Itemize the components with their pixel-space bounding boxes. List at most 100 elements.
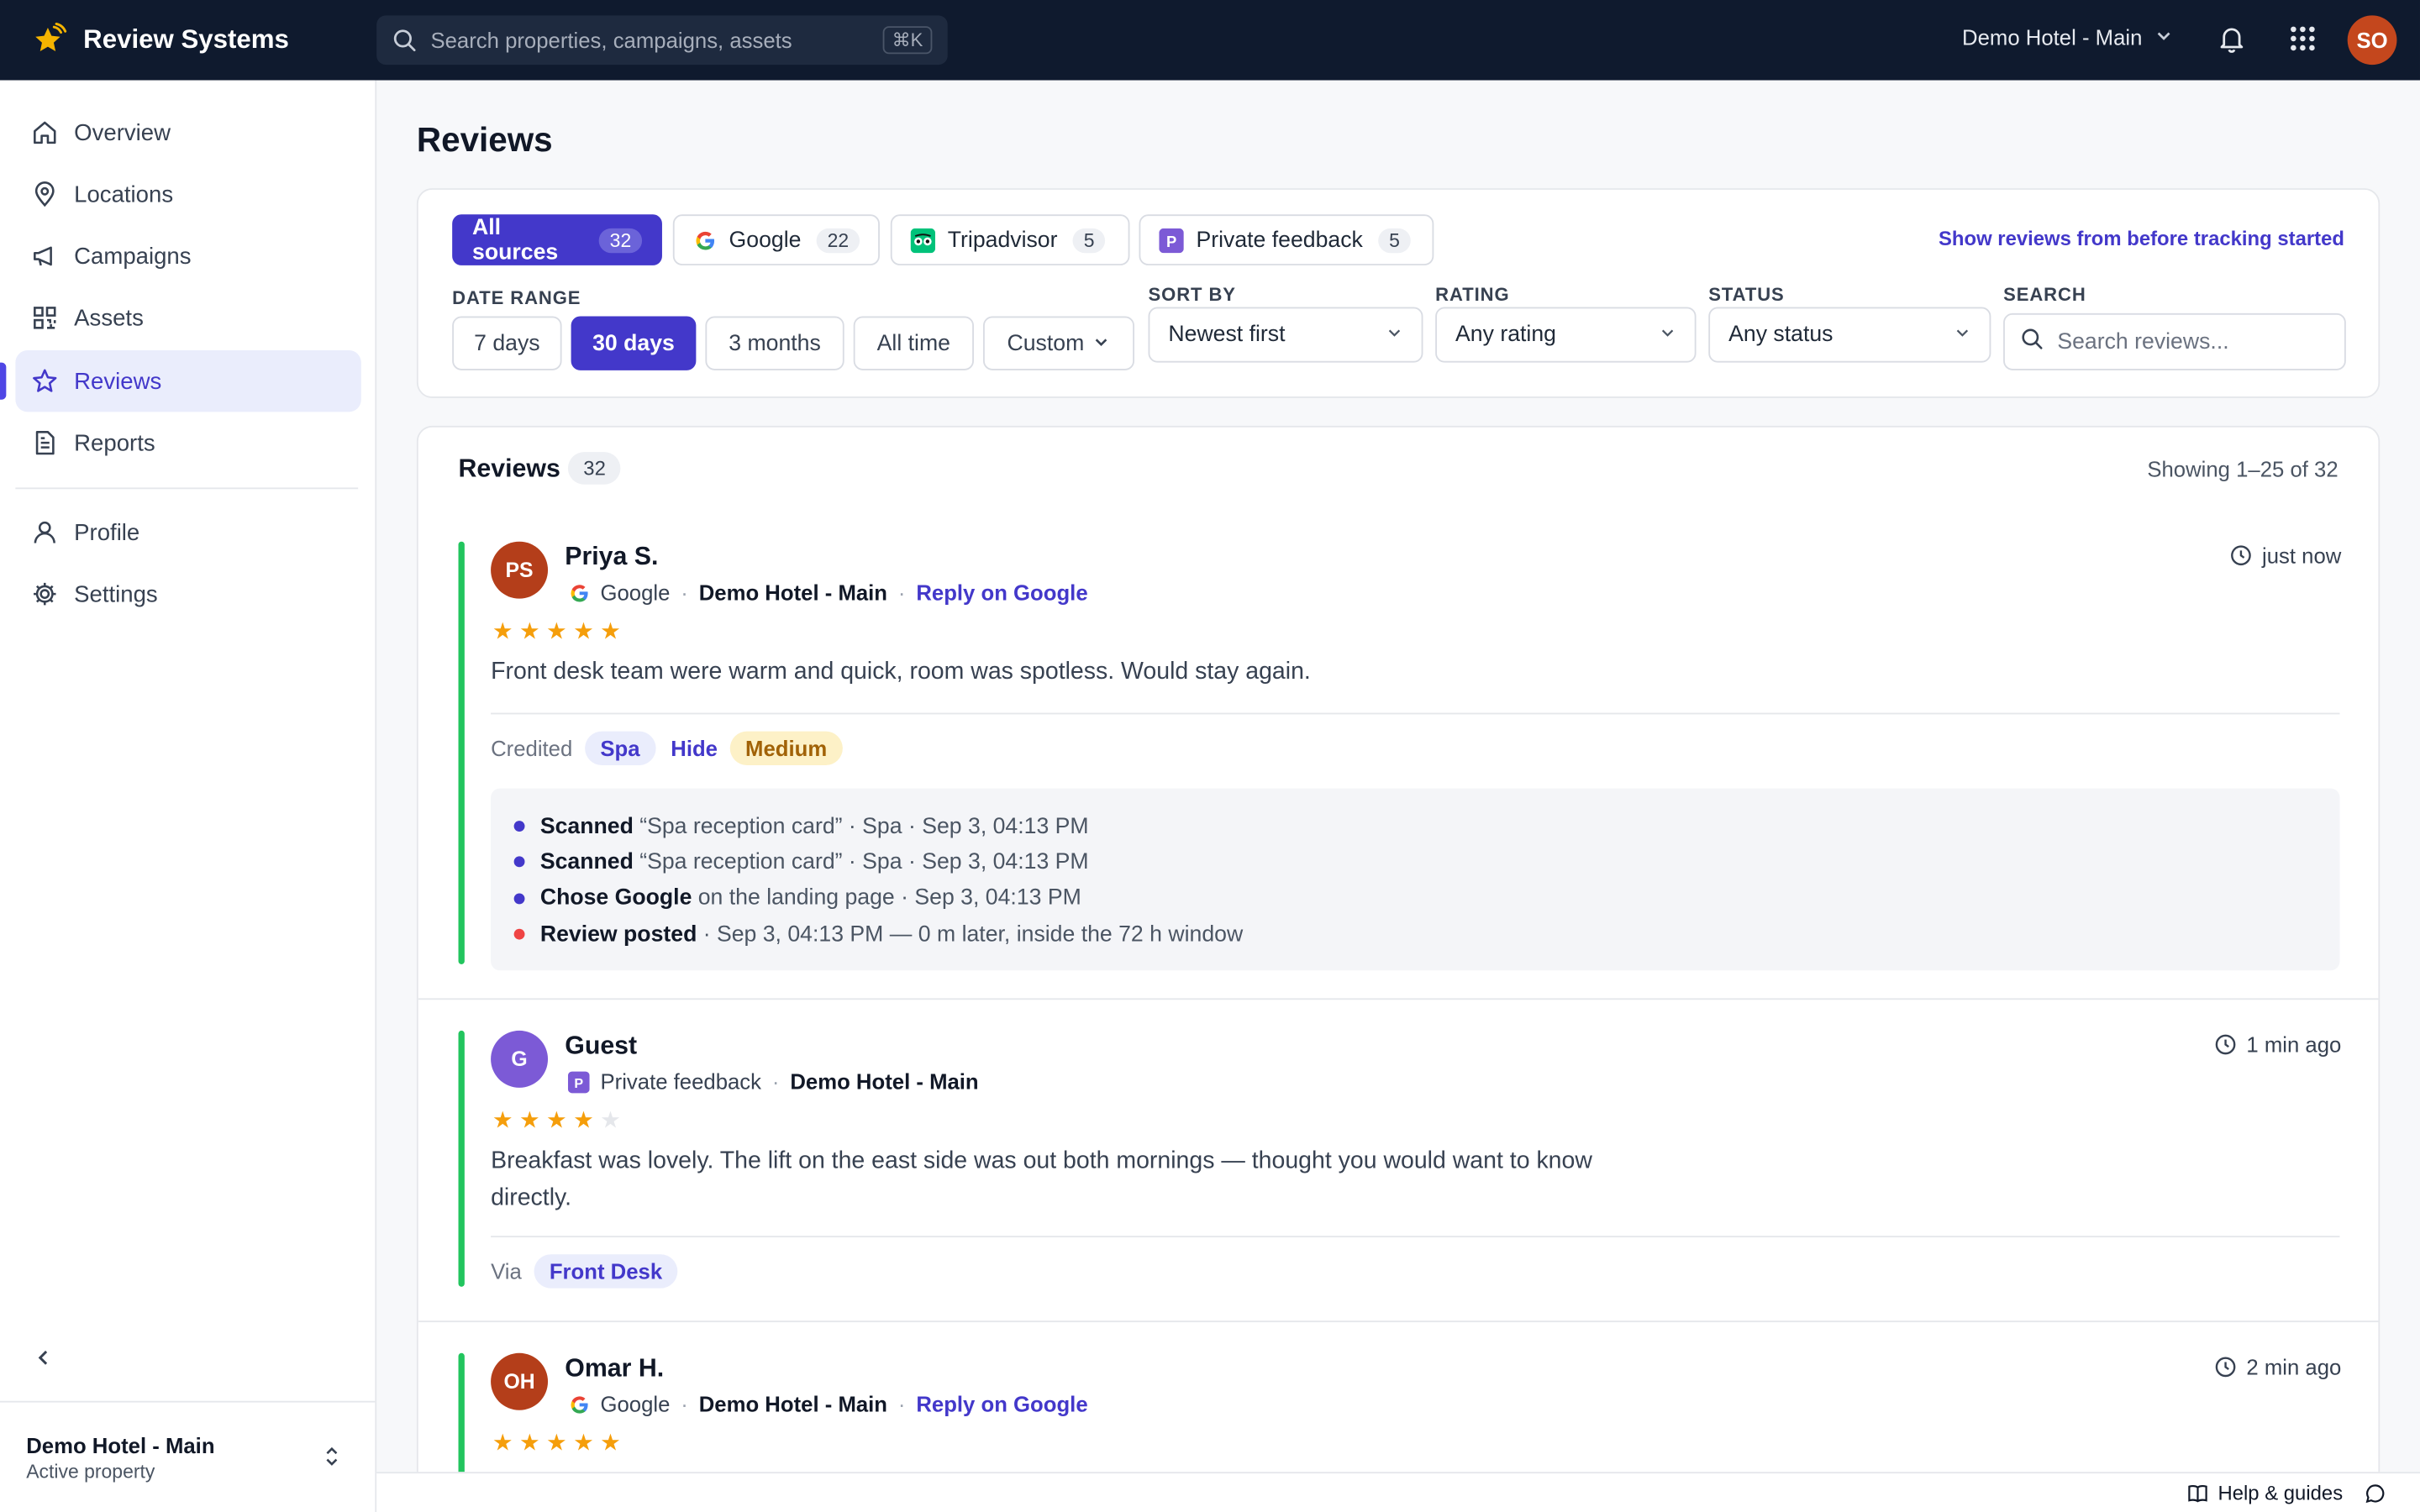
google-icon: [568, 581, 590, 603]
gear-icon: [31, 580, 59, 608]
show-pre-tracking-link[interactable]: Show reviews from before tracking starte…: [1939, 227, 2344, 250]
source-tab-label: Google: [729, 227, 802, 253]
review-time: just now: [2229, 543, 2341, 568]
review-search-input[interactable]: [2057, 329, 2346, 354]
sidebar-item-assets[interactable]: Assets: [15, 287, 360, 349]
brand[interactable]: Review Systems: [31, 22, 376, 59]
rating-value: Any rating: [1455, 322, 1556, 348]
active-property-switcher[interactable]: Demo Hotel - Main Active property: [0, 1400, 376, 1512]
sidebar-item-label: Reports: [74, 429, 155, 456]
review-item: PS Priya S. Google · Demo Hotel - Main ·…: [418, 541, 2379, 1005]
tripadvisor-icon: [910, 227, 936, 253]
reviewer-name: Omar H.: [565, 1354, 665, 1383]
journey-action: Scanned: [539, 849, 634, 875]
clock-icon: [2214, 1356, 2236, 1378]
global-search[interactable]: ⌘K: [376, 15, 948, 66]
reviewer-avatar: PS: [491, 541, 549, 599]
home-icon: [31, 118, 59, 146]
source-tab-count: 32: [598, 227, 643, 253]
date-range-label: DATE RANGE: [452, 286, 581, 309]
review-list-count: 32: [567, 452, 622, 485]
star-icon: ★: [546, 1430, 567, 1457]
reply-on-google-link[interactable]: Reply on Google: [916, 1392, 1087, 1416]
help-guides-link[interactable]: Help & guides: [2187, 1481, 2343, 1504]
reviewer-avatar: G: [491, 1030, 549, 1088]
review-source: Google: [600, 1391, 671, 1417]
star-icon: ★: [518, 1107, 540, 1134]
date-range-3-months[interactable]: 3 months: [705, 316, 844, 370]
sidebar-item-campaigns[interactable]: Campaigns: [15, 225, 360, 286]
user-avatar[interactable]: SO: [2347, 15, 2397, 66]
star-icon: ★: [573, 1430, 594, 1457]
sidebar-item-label: Locations: [74, 181, 174, 208]
star-rating: ★ ★ ★ ★ ★: [492, 617, 621, 645]
sidebar-item-reviews[interactable]: Reviews: [0, 349, 361, 412]
star-icon: ★: [573, 1107, 594, 1134]
source-tab-label: Private feedback: [1196, 227, 1363, 253]
global-search-input[interactable]: [430, 28, 883, 53]
search-label: SEARCH: [2003, 283, 2086, 306]
source-tab-google[interactable]: Google 22: [672, 214, 880, 265]
document-icon: [31, 429, 59, 457]
status-select[interactable]: Any status: [1708, 307, 1991, 363]
sort-by-select[interactable]: Newest first: [1148, 307, 1423, 363]
review-separator: [491, 712, 2340, 715]
journey-step: Scanned “Spa reception card” · Spa · Sep …: [513, 808, 2340, 844]
review-search[interactable]: [2003, 312, 2346, 370]
review-attribution: Via Front Desk: [491, 1254, 678, 1289]
active-property-name: Demo Hotel - Main: [26, 1433, 215, 1458]
property-switcher[interactable]: Demo Hotel - Main: [1962, 24, 2173, 50]
star-icon: ★: [600, 618, 621, 645]
credited-asset-tag[interactable]: Spa: [584, 731, 655, 766]
sidebar-item-settings[interactable]: Settings: [15, 563, 360, 624]
source-tab-count: 22: [816, 227, 860, 253]
chevron-down-icon: [1093, 331, 1110, 355]
clock-icon: [2229, 544, 2251, 566]
svg-text:P: P: [574, 1075, 583, 1090]
brand-name: Review Systems: [83, 24, 289, 55]
source-tab-tripadvisor[interactable]: Tripadvisor 5: [890, 214, 1130, 265]
journey-action: Scanned: [539, 814, 634, 839]
review-status-bar: [458, 541, 465, 964]
sidebar-item-overview[interactable]: Overview: [15, 102, 360, 163]
source-tab-label: All sources: [472, 215, 559, 265]
sidebar-item-label: Settings: [74, 580, 158, 607]
reply-on-google-link[interactable]: Reply on Google: [916, 580, 1087, 605]
chevron-down-icon: [1386, 323, 1402, 347]
user-icon: [31, 518, 59, 546]
sidebar-item-profile[interactable]: Profile: [15, 501, 360, 563]
sidebar-item-locations[interactable]: Locations: [15, 164, 360, 225]
source-tab-all[interactable]: All sources 32: [452, 214, 662, 265]
apps-grid-icon[interactable]: [2286, 22, 2319, 55]
bell-icon[interactable]: [2215, 22, 2249, 55]
hide-button[interactable]: Hide: [671, 736, 718, 760]
journey-step: Chose Google on the landing page · Sep 3,…: [513, 880, 2340, 916]
date-range-all-time[interactable]: All time: [853, 316, 974, 370]
star-icon: ★: [546, 618, 567, 645]
rating-select[interactable]: Any rating: [1435, 307, 1697, 363]
review-meta: Google · Demo Hotel - Main · Reply on Go…: [568, 580, 1088, 605]
map-pin-icon: [31, 181, 59, 208]
via-asset-tag[interactable]: Front Desk: [534, 1254, 678, 1289]
reviewer-avatar: OH: [491, 1352, 549, 1410]
review-source: Private feedback: [600, 1068, 762, 1095]
reviewer-name: Guest: [565, 1032, 638, 1060]
chat-icon[interactable]: [2365, 1483, 2386, 1504]
star-icon: ★: [492, 1430, 513, 1457]
source-tab-label: Tripadvisor: [947, 227, 1058, 253]
footer-bar: Help & guides: [376, 1472, 2420, 1512]
date-range-30-days[interactable]: 30 days: [571, 316, 697, 370]
source-tab-private-feedback[interactable]: P Private feedback 5: [1139, 214, 1434, 265]
sidebar-item-reports[interactable]: Reports: [15, 412, 360, 473]
reviewer-name: Priya S.: [565, 543, 659, 571]
star-rating: ★ ★ ★ ★ ★: [492, 1106, 621, 1134]
date-range-custom-label: Custom: [1007, 330, 1085, 356]
review-time: 2 min ago: [2214, 1355, 2341, 1379]
qr-code-icon: [31, 304, 59, 332]
sidebar-item-label: Overview: [74, 119, 171, 146]
chevron-left-icon[interactable]: [28, 1342, 59, 1373]
star-icon: ★: [518, 1430, 540, 1457]
private-feedback-icon: P: [1159, 227, 1184, 253]
date-range-custom[interactable]: Custom: [982, 316, 1134, 370]
date-range-7-days[interactable]: 7 days: [452, 316, 562, 370]
